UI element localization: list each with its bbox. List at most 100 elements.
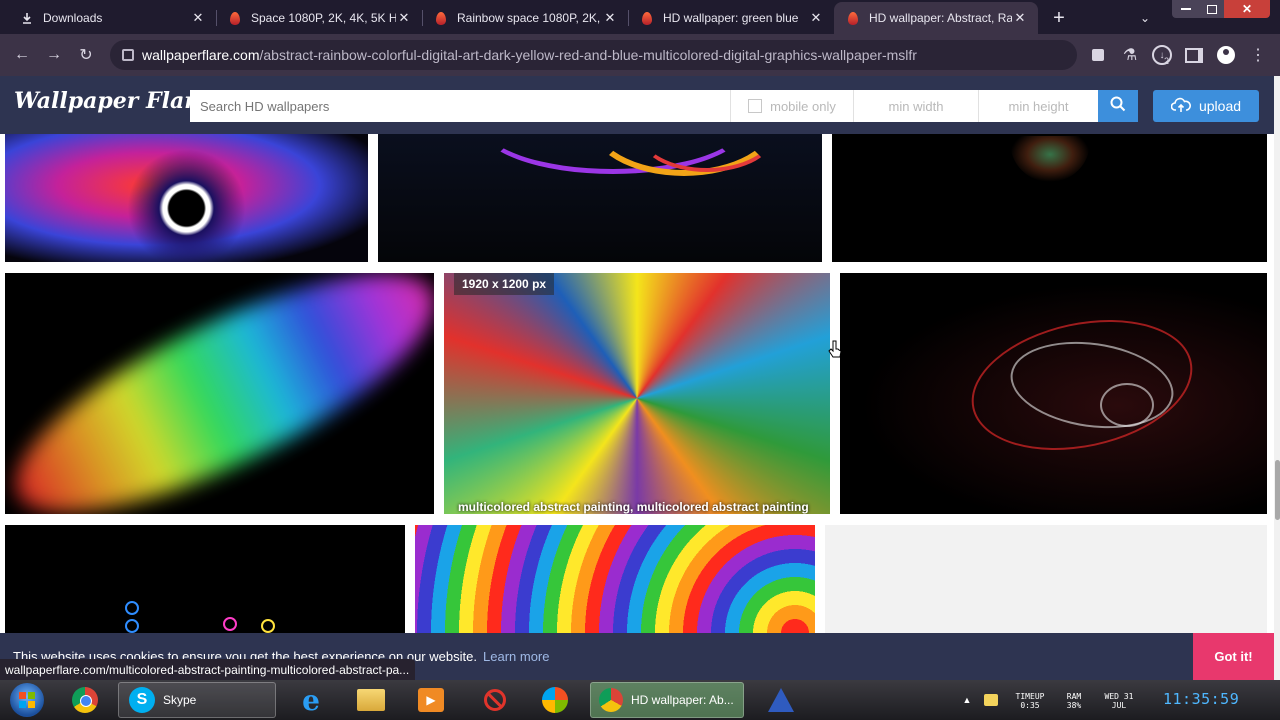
- tab-space[interactable]: Space 1080P, 2K, 4K, 5K HD ✕: [216, 2, 422, 34]
- profile-button[interactable]: [1212, 34, 1240, 76]
- search-input[interactable]: [190, 90, 730, 122]
- mobile-only-toggle[interactable]: mobile only: [730, 90, 853, 122]
- browser-tab-strip: Downloads ✕ Space 1080P, 2K, 4K, 5K HD ✕…: [0, 0, 1280, 34]
- side-panel-button[interactable]: [1180, 34, 1208, 76]
- kebab-menu-icon: ⋮: [1250, 47, 1266, 64]
- got-it-button[interactable]: Got it!: [1193, 633, 1274, 680]
- upload-label: upload: [1198, 98, 1242, 114]
- search-button[interactable]: [1098, 90, 1138, 122]
- url-path: /abstract-rainbow-colorful-digital-art-d…: [259, 47, 917, 63]
- close-icon: ✕: [1241, 2, 1253, 16]
- windows-orb-icon: [542, 687, 568, 713]
- timeup-gadget: TIMEUP 0:35: [1010, 692, 1050, 710]
- url-host: wallpaperflare.com: [142, 47, 260, 63]
- reload-button[interactable]: ↻: [72, 34, 100, 76]
- learn-more-link[interactable]: Learn more: [483, 649, 549, 664]
- wallpaper-thumbnail[interactable]: [415, 525, 815, 633]
- flame-icon: [228, 11, 242, 25]
- back-arrow-icon: ←: [14, 46, 30, 63]
- new-tab-button[interactable]: +: [1044, 2, 1074, 34]
- wallpaper-thumbnail[interactable]: [840, 273, 1267, 514]
- mouse-cursor: [828, 340, 842, 365]
- taskbar-skype-label: Skype: [163, 693, 197, 707]
- address-bar[interactable]: wallpaperflare.com/abstract-rainbow-colo…: [110, 40, 1077, 70]
- wallpaper-thumbnail[interactable]: [378, 134, 822, 262]
- taskbar-skype[interactable]: S Skype: [118, 682, 276, 718]
- forward-button[interactable]: →: [40, 34, 68, 76]
- flame-icon: [434, 11, 448, 25]
- tab-title: Rainbow space 1080P, 2K, 4K: [457, 11, 602, 25]
- close-tab-icon[interactable]: ✕: [808, 10, 824, 26]
- close-tab-icon[interactable]: ✕: [1012, 10, 1028, 26]
- wallpaper-thumbnail[interactable]: [5, 525, 405, 633]
- close-tab-icon[interactable]: ✕: [602, 10, 618, 26]
- search-icon: [1110, 96, 1126, 117]
- extensions-button[interactable]: [1084, 34, 1112, 76]
- ram-label: RAM: [1066, 692, 1082, 701]
- tab-green-blue[interactable]: HD wallpaper: green blue ✕: [628, 2, 834, 34]
- tab-title: Downloads: [43, 11, 103, 25]
- labs-button[interactable]: ⚗: [1116, 34, 1144, 76]
- wallpaper-thumbnail-hovered[interactable]: 1920 x 1200 px multicolored abstract pai…: [444, 273, 830, 514]
- flask-icon: ⚗: [1122, 47, 1138, 64]
- site-header: Wallpaper Flare mobile only min width mi…: [0, 76, 1274, 134]
- chrome-icon: [599, 688, 623, 712]
- downloads-button[interactable]: ↓ 2: [1148, 34, 1176, 76]
- caret-up-icon: ▲: [962, 695, 972, 705]
- restore-icon: [1207, 4, 1217, 14]
- lock-icon: [122, 49, 134, 61]
- tab-search-button[interactable]: ⌄: [1132, 2, 1158, 34]
- address-url: wallpaperflare.com/abstract-rainbow-colo…: [142, 40, 917, 70]
- wallpaper-thumbnail[interactable]: [5, 273, 434, 514]
- tab-downloads[interactable]: Downloads ✕: [8, 2, 216, 34]
- cloud-upload-icon: [1170, 97, 1191, 116]
- taskbar-browser-window[interactable]: HD wallpaper: Ab...: [590, 682, 744, 718]
- internet-explorer-icon: e: [302, 683, 320, 717]
- taskbar-media-player[interactable]: ▶: [408, 682, 454, 718]
- close-tab-icon[interactable]: ✕: [190, 10, 206, 26]
- status-bar-url: wallpaperflare.com/multicolored-abstract…: [0, 659, 416, 681]
- folder-icon: [357, 689, 385, 711]
- checkbox-icon: [748, 99, 763, 113]
- chrome-icon: [72, 687, 98, 713]
- upload-button[interactable]: upload: [1153, 90, 1259, 122]
- scrollbar-track[interactable]: [1274, 76, 1280, 680]
- wallpaper-caption[interactable]: multicolored abstract painting, multicol…: [458, 500, 809, 514]
- restore-button[interactable]: [1200, 0, 1224, 18]
- back-button[interactable]: ←: [8, 34, 36, 76]
- download-count-badge: 2: [1164, 56, 1170, 66]
- chevron-down-icon: ⌄: [1139, 11, 1151, 25]
- taskbar-wizard-app[interactable]: [758, 682, 804, 718]
- start-button[interactable]: [4, 682, 50, 718]
- tab-abstract-rainbow[interactable]: HD wallpaper: Abstract, Rainbow ✕: [834, 2, 1038, 34]
- system-clock[interactable]: 11:35:59: [1163, 690, 1239, 708]
- taskbar-chrome[interactable]: [62, 682, 108, 718]
- download-icon: [20, 11, 34, 25]
- taskbar-browser-label: HD wallpaper: Ab...: [631, 693, 734, 707]
- taskbar-internet-explorer[interactable]: e: [288, 682, 334, 718]
- min-height-field[interactable]: min height: [978, 90, 1098, 122]
- tray-app[interactable]: [982, 682, 1000, 718]
- min-width-field[interactable]: min width: [853, 90, 978, 122]
- show-hidden-icons-button[interactable]: ▲: [960, 682, 974, 718]
- site-logo[interactable]: Wallpaper Flare: [14, 88, 210, 114]
- wizard-icon: [768, 688, 794, 712]
- wallpaper-thumbnail[interactable]: [832, 134, 1267, 262]
- close-tab-icon[interactable]: ✕: [396, 10, 412, 26]
- minimize-icon: [1181, 8, 1191, 10]
- plus-icon: +: [1053, 6, 1065, 29]
- taskbar-file-explorer[interactable]: [348, 682, 394, 718]
- scrollbar-thumb[interactable]: [1275, 460, 1280, 520]
- wallpaper-placeholder: [825, 525, 1267, 633]
- taskbar-windows-app[interactable]: [532, 682, 578, 718]
- timeup-label: TIMEUP: [1015, 692, 1045, 701]
- tab-rainbow-space[interactable]: Rainbow space 1080P, 2K, 4K ✕: [422, 2, 628, 34]
- menu-button[interactable]: ⋮: [1246, 34, 1270, 76]
- minimize-button[interactable]: [1172, 0, 1200, 18]
- reload-icon: ↻: [79, 47, 93, 64]
- prohibited-icon: [484, 689, 506, 711]
- mobile-only-label: mobile only: [770, 98, 836, 114]
- taskbar-blocked-app[interactable]: [472, 682, 518, 718]
- close-window-button[interactable]: ✕: [1224, 0, 1270, 18]
- wallpaper-thumbnail[interactable]: [5, 134, 368, 262]
